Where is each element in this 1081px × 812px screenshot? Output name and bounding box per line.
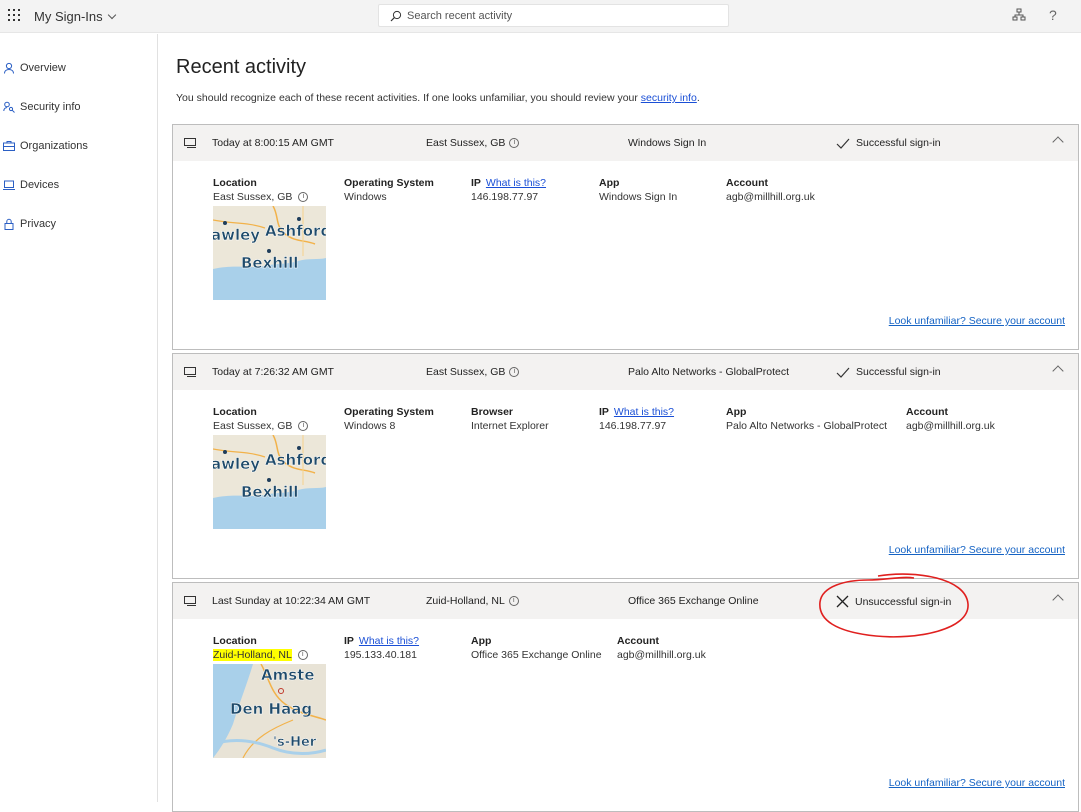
map-label: Amste [261, 666, 315, 684]
map-label: Ashford [265, 451, 326, 469]
activity-time: Today at 8:00:15 AM GMT [212, 137, 334, 149]
activity-time: Last Sunday at 10:22:34 AM GMT [212, 595, 371, 607]
sidebar-item-label: Overview [20, 62, 66, 74]
map-label: Den Haag [230, 700, 312, 718]
activity-time: Today at 7:26:32 AM GMT [212, 366, 334, 378]
activity-location: East Sussex, GB i [426, 366, 520, 378]
search-input[interactable] [407, 8, 717, 24]
sidebar-item-overview[interactable]: Overview [3, 59, 66, 77]
os-field: Operating System Windows [344, 177, 434, 203]
ip-field: IP What is this? 146.198.77.97 [599, 406, 675, 432]
activity-card: Today at 8:00:15 AM GMT East Sussex, GB i… [172, 124, 1079, 350]
app-title[interactable]: My Sign-Ins [34, 9, 116, 24]
secure-account-link[interactable]: Look unfamiliar? Secure your account [889, 777, 1065, 789]
activity-app: Windows Sign In [628, 137, 707, 149]
highlighted-location: Zuid-Holland, NL [213, 649, 292, 661]
status-badge: Successful sign-in [836, 137, 941, 149]
sidebar-item-label: Organizations [20, 140, 88, 152]
activity-location: Zuid-Holland, NL i [426, 595, 519, 607]
intro-text: You should recognize each of these recen… [176, 92, 700, 104]
sidebar-item-label: Security info [20, 101, 81, 113]
sidebar-item-organizations[interactable]: Organizations [3, 137, 88, 155]
os-field: Operating System Windows 8 [344, 406, 434, 432]
sidebar-item-devices[interactable]: Devices [3, 176, 59, 194]
location-map: awley Ashford Bexhill [213, 435, 326, 529]
map-label: 's-Her [273, 735, 317, 750]
location-field: Location Zuid-Holland, NL i [213, 635, 308, 661]
location-map: Amste Den Haag 's-Her [213, 664, 326, 758]
map-label: Ashford [265, 222, 326, 240]
search-icon [390, 10, 402, 22]
checkmark-icon [836, 138, 850, 149]
lock-icon [4, 218, 14, 230]
secure-account-link[interactable]: Look unfamiliar? Secure your account [889, 544, 1065, 556]
browser-field: Browser Internet Explorer [471, 406, 549, 432]
chevron-up-icon[interactable] [1052, 365, 1064, 377]
person-icon [4, 62, 14, 74]
activity-header[interactable]: Today at 7:26:32 AM GMT East Sussex, GB i… [173, 354, 1078, 390]
page-title: Recent activity [176, 56, 307, 78]
org-chart-icon[interactable] [1012, 8, 1026, 22]
ip-field: IP What is this? 146.198.77.97 [471, 177, 547, 203]
app-launcher-icon[interactable] [8, 9, 20, 21]
map-label: Bexhill [241, 483, 298, 501]
activity-app: Palo Alto Networks - GlobalProtect [628, 366, 790, 378]
secure-account-link[interactable]: Look unfamiliar? Secure your account [889, 315, 1065, 327]
activity-card: Today at 7:26:32 AM GMT East Sussex, GB i… [172, 353, 1079, 579]
briefcase-icon [3, 141, 15, 151]
sidebar-item-privacy[interactable]: Privacy [3, 215, 56, 233]
sidebar-item-security-info[interactable]: Security info [3, 98, 81, 116]
info-icon[interactable]: i [298, 192, 309, 203]
location-map: awley Ashford Bexhill [213, 206, 326, 300]
info-icon[interactable]: i [508, 596, 519, 607]
info-icon[interactable]: i [298, 421, 309, 432]
account-field: Account agb@millhill.org.uk [726, 177, 815, 203]
device-icon [184, 367, 196, 377]
info-icon[interactable]: i [509, 367, 520, 378]
activity-location: East Sussex, GB i [426, 137, 520, 149]
info-icon[interactable]: i [509, 138, 520, 149]
sidebar-item-label: Devices [20, 179, 60, 191]
app-field: App Windows Sign In [599, 177, 678, 203]
activity-header[interactable]: Today at 8:00:15 AM GMT East Sussex, GB i… [173, 125, 1078, 161]
search-box[interactable] [378, 4, 729, 27]
what-is-this-link[interactable]: What is this? [359, 635, 419, 647]
chevron-up-icon[interactable] [1052, 136, 1064, 148]
location-field: Location East Sussex, GB i [213, 177, 309, 203]
map-label: Bexhill [241, 254, 298, 272]
key-person-icon [3, 101, 15, 113]
laptop-icon [3, 180, 15, 190]
what-is-this-link[interactable]: What is this? [614, 406, 674, 418]
chevron-up-icon[interactable] [1052, 594, 1064, 606]
location-field: Location East Sussex, GB i [213, 406, 309, 432]
sidebar-item-label: Privacy [20, 218, 57, 230]
chevron-down-icon [107, 10, 116, 20]
device-icon [184, 596, 196, 606]
account-field: Account agb@millhill.org.uk [617, 635, 706, 661]
device-icon [184, 138, 196, 148]
map-label: awley [213, 455, 260, 473]
account-field: Account agb@millhill.org.uk [906, 406, 995, 432]
status-badge: Successful sign-in [836, 366, 941, 378]
map-label: awley [213, 226, 260, 244]
app-field: App Palo Alto Networks - GlobalProtect [726, 406, 888, 432]
help-icon[interactable]: ? [1049, 7, 1057, 23]
sidebar: Overview Security info Organizations Dev… [0, 34, 158, 802]
info-icon[interactable]: i [297, 650, 308, 661]
what-is-this-link[interactable]: What is this? [486, 177, 546, 189]
app-field: App Office 365 Exchange Online [471, 635, 602, 661]
top-bar: My Sign-Ins ? [0, 0, 1081, 33]
checkmark-icon [836, 367, 850, 378]
annotation-circle [819, 573, 969, 638]
main-content: Recent activity You should recognize eac… [158, 34, 1081, 812]
security-info-link[interactable]: security info [641, 92, 697, 104]
activity-app: Office 365 Exchange Online [628, 595, 759, 607]
ip-field: IP What is this? 195.133.40.181 [344, 635, 420, 661]
